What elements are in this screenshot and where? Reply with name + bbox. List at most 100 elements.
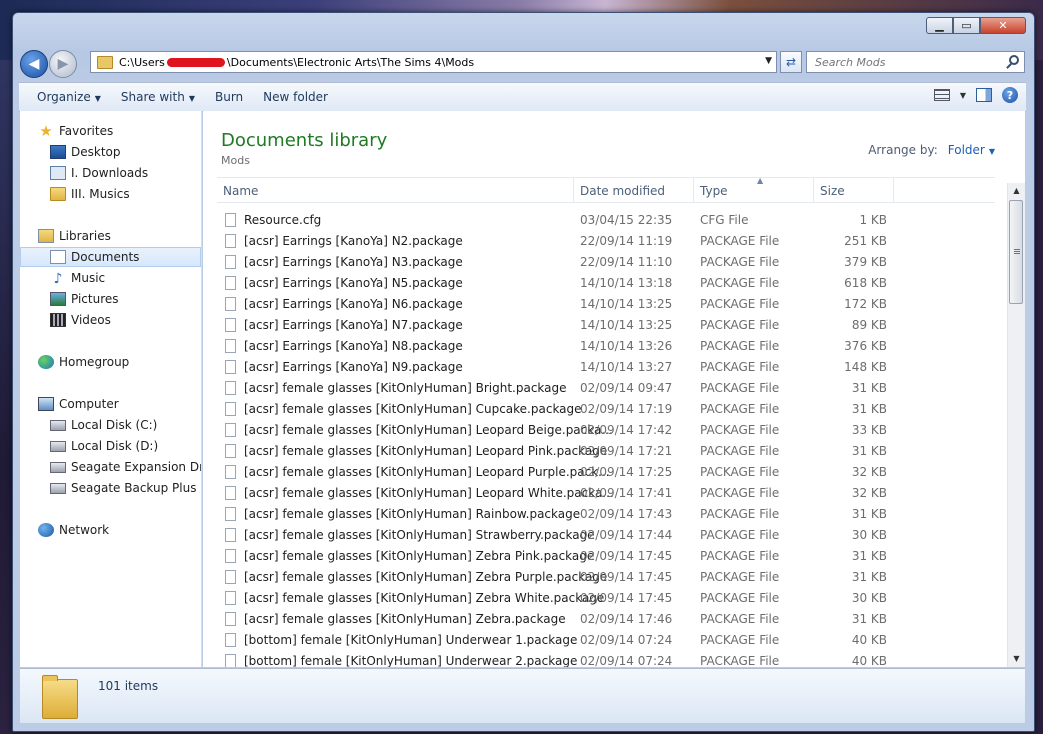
sidebar-item-seagate-expansion[interactable]: Seagate Expansion Drive [20, 457, 201, 477]
sidebar-item-disk-d[interactable]: Local Disk (D:) [20, 436, 201, 456]
file-size: 31 KB [851, 612, 887, 626]
table-row[interactable]: [acsr] female glasses [KitOnlyHuman] Zeb… [217, 609, 995, 630]
file-icon [225, 339, 236, 353]
view-dropdown-icon[interactable]: ▼ [960, 91, 966, 100]
file-size: 148 KB [844, 360, 887, 374]
table-row[interactable]: [acsr] female glasses [KitOnlyHuman] Leo… [217, 420, 995, 441]
file-icon [225, 213, 236, 227]
maximize-button[interactable]: ▭ [953, 17, 980, 34]
file-date: 02/09/14 17:21 [580, 444, 673, 458]
table-row[interactable]: [acsr] Earrings [KanoYa] N7.package 14/10… [217, 315, 995, 336]
burn-button[interactable]: Burn [205, 90, 253, 104]
grip-icon [1014, 249, 1020, 255]
column-header-type[interactable]: Type [694, 178, 814, 202]
sidebar-item-pictures[interactable]: Pictures [20, 289, 201, 309]
file-date: 22/09/14 11:10 [580, 255, 673, 269]
file-date: 02/09/14 17:45 [580, 570, 673, 584]
sidebar-item-music[interactable]: ♪ Music [20, 268, 201, 288]
table-row[interactable]: [acsr] Earrings [KanoYa] N3.package 22/09… [217, 252, 995, 273]
table-row[interactable]: [acsr] Earrings [KanoYa] N8.package 14/10… [217, 336, 995, 357]
table-row[interactable]: Resource.cfg 03/04/15 22:35 CFG File 1 KB [217, 210, 995, 231]
arrange-dropdown[interactable]: Folder [948, 143, 985, 157]
sidebar-item-favorites[interactable]: ★ Favorites [20, 121, 201, 141]
file-name: [acsr] female glasses [KitOnlyHuman] Zeb… [244, 570, 608, 584]
vertical-scrollbar[interactable]: ▲ ▼ [1007, 183, 1025, 667]
file-size: 30 KB [851, 591, 887, 605]
organize-button[interactable]: Organize ▼ [19, 90, 111, 104]
refresh-button[interactable]: ⇄ [780, 51, 802, 73]
help-icon[interactable]: ? [1002, 87, 1018, 103]
sidebar-item-desktop[interactable]: Desktop [20, 142, 201, 162]
sidebar-item-disk-c[interactable]: Local Disk (C:) [20, 415, 201, 435]
scrollbar-thumb[interactable] [1009, 200, 1023, 304]
table-row[interactable]: [bottom] female [KitOnlyHuman] Underwear… [217, 630, 995, 651]
sidebar-item-libraries[interactable]: Libraries [20, 226, 201, 246]
computer-icon [38, 397, 54, 411]
caption-buttons: ▁ ▭ ✕ [926, 17, 1026, 34]
sidebar-item-documents[interactable]: Documents [20, 247, 201, 267]
share-with-button[interactable]: Share with ▼ [111, 90, 205, 104]
arrange-label: Arrange by: [868, 143, 938, 157]
column-header-name[interactable]: Name [217, 178, 574, 202]
file-date: 14/10/14 13:18 [580, 276, 673, 290]
sidebar-item-computer[interactable]: Computer [20, 394, 201, 414]
file-type: PACKAGE File [700, 591, 780, 605]
chevron-down-icon[interactable]: ▼ [989, 147, 995, 156]
file-size: 31 KB [851, 402, 887, 416]
table-row[interactable]: [acsr] Earrings [KanoYa] N2.package 22/09… [217, 231, 995, 252]
search-input[interactable] [813, 54, 997, 70]
address-bar[interactable]: C:\Users \Documents\Electronic Arts\The S… [90, 51, 777, 73]
file-date: 14/10/14 13:27 [580, 360, 673, 374]
picture-icon [50, 292, 66, 306]
close-button[interactable]: ✕ [980, 17, 1026, 34]
minimize-button[interactable]: ▁ [926, 17, 953, 34]
sidebar-item-seagate-backup[interactable]: Seagate Backup Plus Driv [20, 478, 201, 498]
column-header-size[interactable]: Size [814, 178, 894, 202]
table-row[interactable]: [acsr] female glasses [KitOnlyHuman] Zeb… [217, 588, 995, 609]
sidebar-item-label: Network [59, 523, 110, 537]
table-row[interactable]: [acsr] female glasses [KitOnlyHuman] Cup… [217, 399, 995, 420]
file-date: 02/09/14 17:25 [580, 465, 673, 479]
file-name: [acsr] female glasses [KitOnlyHuman] Cup… [244, 402, 582, 416]
file-date: 02/09/14 17:45 [580, 549, 673, 563]
file-name: [acsr] female glasses [KitOnlyHuman] Rai… [244, 507, 581, 521]
table-row[interactable]: [acsr] female glasses [KitOnlyHuman] Zeb… [217, 546, 995, 567]
table-row[interactable]: [acsr] female glasses [KitOnlyHuman] Rai… [217, 504, 995, 525]
table-row[interactable]: [acsr] female glasses [KitOnlyHuman] Leo… [217, 441, 995, 462]
new-folder-button[interactable]: New folder [253, 90, 338, 104]
back-arrow-icon: ◀ [28, 56, 40, 72]
sidebar-item-label: Desktop [71, 145, 121, 159]
sidebar-item-network[interactable]: Network [20, 520, 201, 540]
folder-icon [42, 675, 78, 719]
scroll-down-icon[interactable]: ▼ [1008, 651, 1025, 667]
column-header-date[interactable]: Date modified [574, 178, 694, 202]
view-options-icon[interactable] [933, 89, 950, 101]
preview-pane-icon[interactable] [976, 88, 992, 102]
search-box[interactable] [806, 51, 1025, 73]
table-row[interactable]: [acsr] female glasses [KitOnlyHuman] Str… [217, 525, 995, 546]
sidebar-item-musics[interactable]: III. Musics [20, 184, 201, 204]
table-row[interactable]: [acsr] Earrings [KanoYa] N9.package 14/10… [217, 357, 995, 378]
back-button[interactable]: ◀ [20, 50, 48, 78]
table-row[interactable]: [acsr] Earrings [KanoYa] N5.package 14/10… [217, 273, 995, 294]
sidebar-item-homegroup[interactable]: Homegroup [20, 352, 201, 372]
table-row[interactable]: [acsr] female glasses [KitOnlyHuman] Bri… [217, 378, 995, 399]
file-name: [acsr] female glasses [KitOnlyHuman] Leo… [244, 465, 610, 479]
forward-button[interactable]: ▶ [49, 50, 77, 78]
table-row[interactable]: [acsr] female glasses [KitOnlyHuman] Leo… [217, 462, 995, 483]
scroll-up-icon[interactable]: ▲ [1008, 183, 1025, 199]
search-icon[interactable] [1009, 55, 1019, 65]
sidebar-item-videos[interactable]: Videos [20, 310, 201, 330]
file-size: 618 KB [844, 276, 887, 290]
table-row[interactable]: [acsr] female glasses [KitOnlyHuman] Zeb… [217, 567, 995, 588]
table-row[interactable]: [acsr] Earrings [KanoYa] N6.package 14/10… [217, 294, 995, 315]
file-icon [225, 318, 236, 332]
address-dropdown-icon[interactable]: ▼ [765, 56, 772, 66]
drive-icon [50, 419, 66, 431]
file-icon [225, 297, 236, 311]
sidebar-item-downloads[interactable]: I. Downloads [20, 163, 201, 183]
command-toolbar: Organize ▼ Share with ▼ Burn New folder ▼ … [19, 82, 1026, 112]
sidebar-item-label: Libraries [59, 229, 111, 243]
table-row[interactable]: [bottom] female [KitOnlyHuman] Underwear… [217, 651, 995, 667]
table-row[interactable]: [acsr] female glasses [KitOnlyHuman] Leo… [217, 483, 995, 504]
